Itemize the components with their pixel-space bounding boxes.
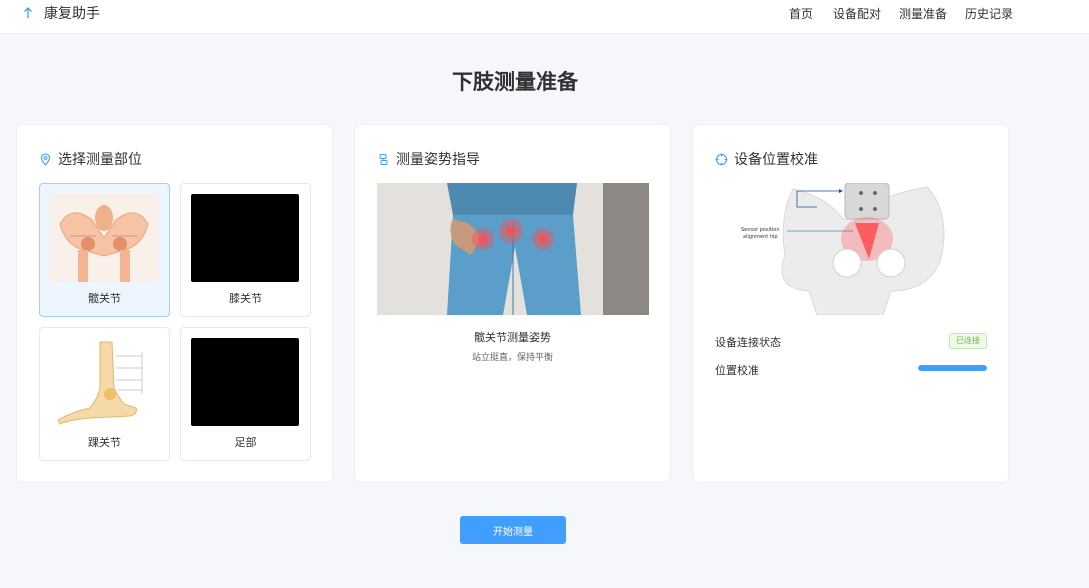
part-label-foot: 足部 xyxy=(234,436,257,449)
calibration-card: 设备位置校准 Sensor position alignment hip 设备连… xyxy=(692,124,1009,483)
app-title: 康复助手 xyxy=(44,6,100,22)
part-label-hip: 髋关节 xyxy=(88,292,121,305)
top-navbar: 康复助手 首页 设备配对 测量准备 历史记录 xyxy=(0,0,1089,34)
posture-guide-icon xyxy=(379,153,388,165)
calibration-label: 位置校准 xyxy=(715,364,759,377)
nav-home[interactable]: 首页 xyxy=(789,5,813,22)
part-label-knee: 膝关节 xyxy=(229,292,262,305)
part-option-knee[interactable]: 膝关节 xyxy=(180,183,311,317)
pelvis-sensor-image: Sensor position alignment hip xyxy=(715,183,987,315)
calibration-progress-fill xyxy=(918,365,987,371)
nav-pairing[interactable]: 设备配对 xyxy=(833,5,881,22)
location-pin-icon xyxy=(40,152,51,166)
page-title: 下肢测量准备 xyxy=(452,70,578,94)
connection-status-badge: 已连接 xyxy=(949,333,987,349)
posture-guide-title: 测量姿势指导 xyxy=(396,152,480,168)
start-measurement-button[interactable]: 开始测量 xyxy=(460,516,566,544)
arrow-up-icon xyxy=(24,7,32,18)
brand[interactable]: 康复助手 xyxy=(22,3,100,23)
posture-guide-header: 测量姿势指导 xyxy=(377,149,480,169)
select-part-header: 选择测量部位 xyxy=(39,149,142,169)
part-option-hip[interactable]: 髋关节 xyxy=(39,183,170,317)
part-option-ankle[interactable]: 踝关节 xyxy=(39,327,170,461)
nav-history[interactable]: 历史记录 xyxy=(965,5,1013,22)
calibration-title: 设备位置校准 xyxy=(734,152,818,168)
nav-prep[interactable]: 测量准备 xyxy=(899,5,947,22)
connection-status-label: 设备连接状态 xyxy=(715,336,781,349)
part-label-ankle: 踝关节 xyxy=(88,436,121,449)
part-option-foot[interactable]: 足部 xyxy=(180,327,311,461)
posture-caption: 髋关节测量姿势 xyxy=(474,331,551,344)
crosshair-icon xyxy=(715,153,728,165)
posture-photo xyxy=(377,183,649,315)
knee-joint-image xyxy=(191,194,299,282)
calibration-header: 设备位置校准 xyxy=(715,149,818,169)
hip-joint-image xyxy=(50,194,158,282)
sensor-label-top: Sensor position xyxy=(741,227,780,233)
sensor-label-bottom: alignment hip xyxy=(743,234,778,240)
foot-image xyxy=(191,338,299,426)
calibration-progress-bar xyxy=(918,365,987,371)
ankle-joint-image xyxy=(50,338,158,426)
posture-guide-card: 测量姿势指导 髋关节测量姿势 站立挺直，保持平衡 xyxy=(354,124,671,483)
posture-subcaption: 站立挺直，保持平衡 xyxy=(471,353,553,363)
select-part-title: 选择测量部位 xyxy=(58,152,142,168)
select-part-card: 选择测量部位 髋关节 膝关节 踝关节 足部 xyxy=(16,124,333,483)
